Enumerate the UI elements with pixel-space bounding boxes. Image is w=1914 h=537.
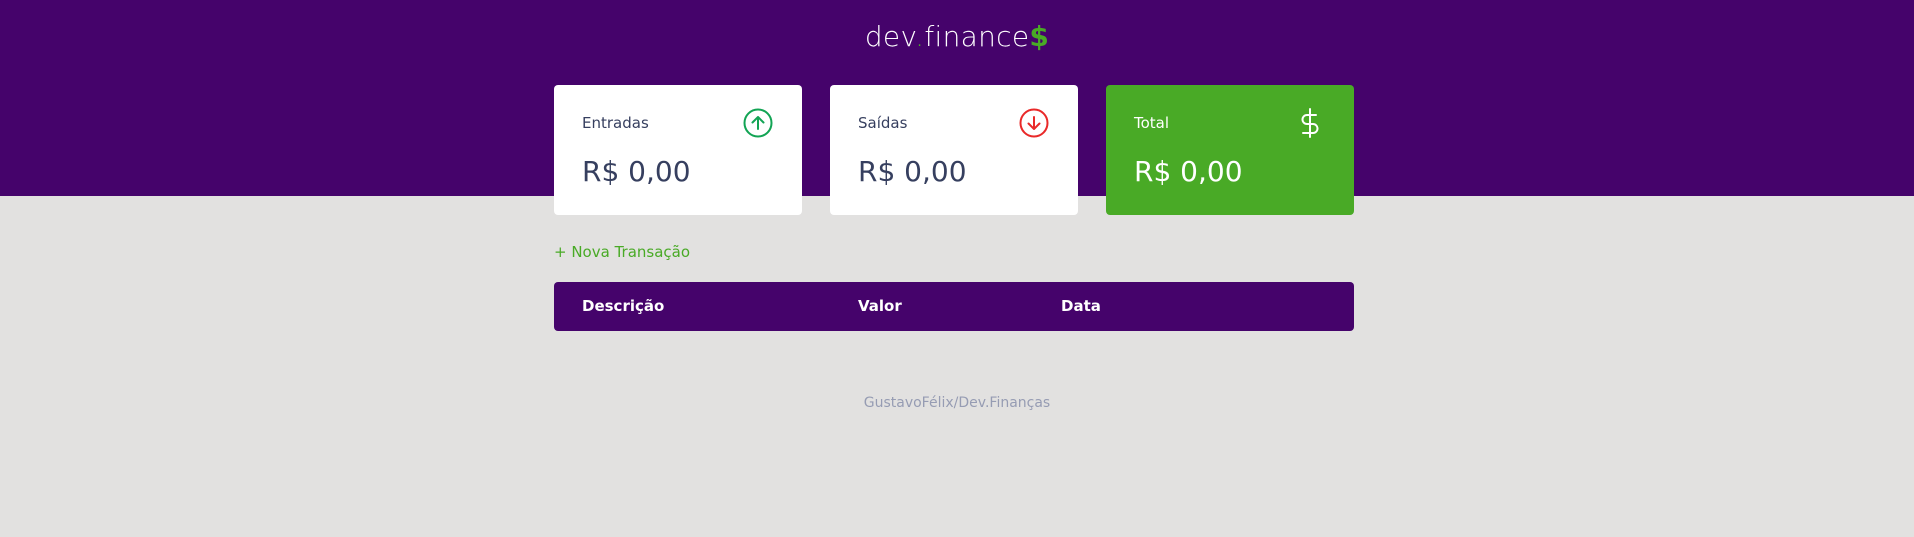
expense-card: Saídas R$ 0,00 bbox=[830, 85, 1078, 215]
transactions-table-header: Descrição Valor Data bbox=[554, 282, 1354, 331]
column-header-value: Valor bbox=[858, 297, 902, 315]
column-header-date: Data bbox=[1061, 297, 1101, 315]
expense-card-value: R$ 0,00 bbox=[858, 155, 967, 188]
new-transaction-link[interactable]: + Nova Transação bbox=[554, 243, 690, 261]
income-card-value: R$ 0,00 bbox=[582, 155, 691, 188]
total-card: Total R$ 0,00 bbox=[1106, 85, 1354, 215]
column-header-description: Descrição bbox=[582, 297, 665, 315]
footer-text: GustavoFélix/Dev.Finanças bbox=[863, 395, 1051, 411]
dollar-sign-icon bbox=[1301, 108, 1319, 138]
logo-dot: . bbox=[915, 20, 925, 53]
income-card-title: Entradas bbox=[582, 114, 649, 132]
total-card-title: Total bbox=[1134, 114, 1170, 132]
page-footer: GustavoFélix/Dev.Finanças bbox=[0, 395, 1914, 411]
app-logo: dev.finance$ bbox=[0, 20, 1914, 53]
logo-main: dev bbox=[864, 20, 916, 53]
arrow-up-circle-icon bbox=[743, 108, 773, 138]
expense-card-title: Saídas bbox=[858, 114, 908, 132]
logo-rest: finance bbox=[924, 20, 1030, 53]
total-card-value: R$ 0,00 bbox=[1134, 155, 1243, 188]
arrow-down-circle-icon bbox=[1019, 108, 1049, 138]
income-card: Entradas R$ 0,00 bbox=[554, 85, 802, 215]
logo-dollar-symbol: $ bbox=[1029, 20, 1050, 53]
